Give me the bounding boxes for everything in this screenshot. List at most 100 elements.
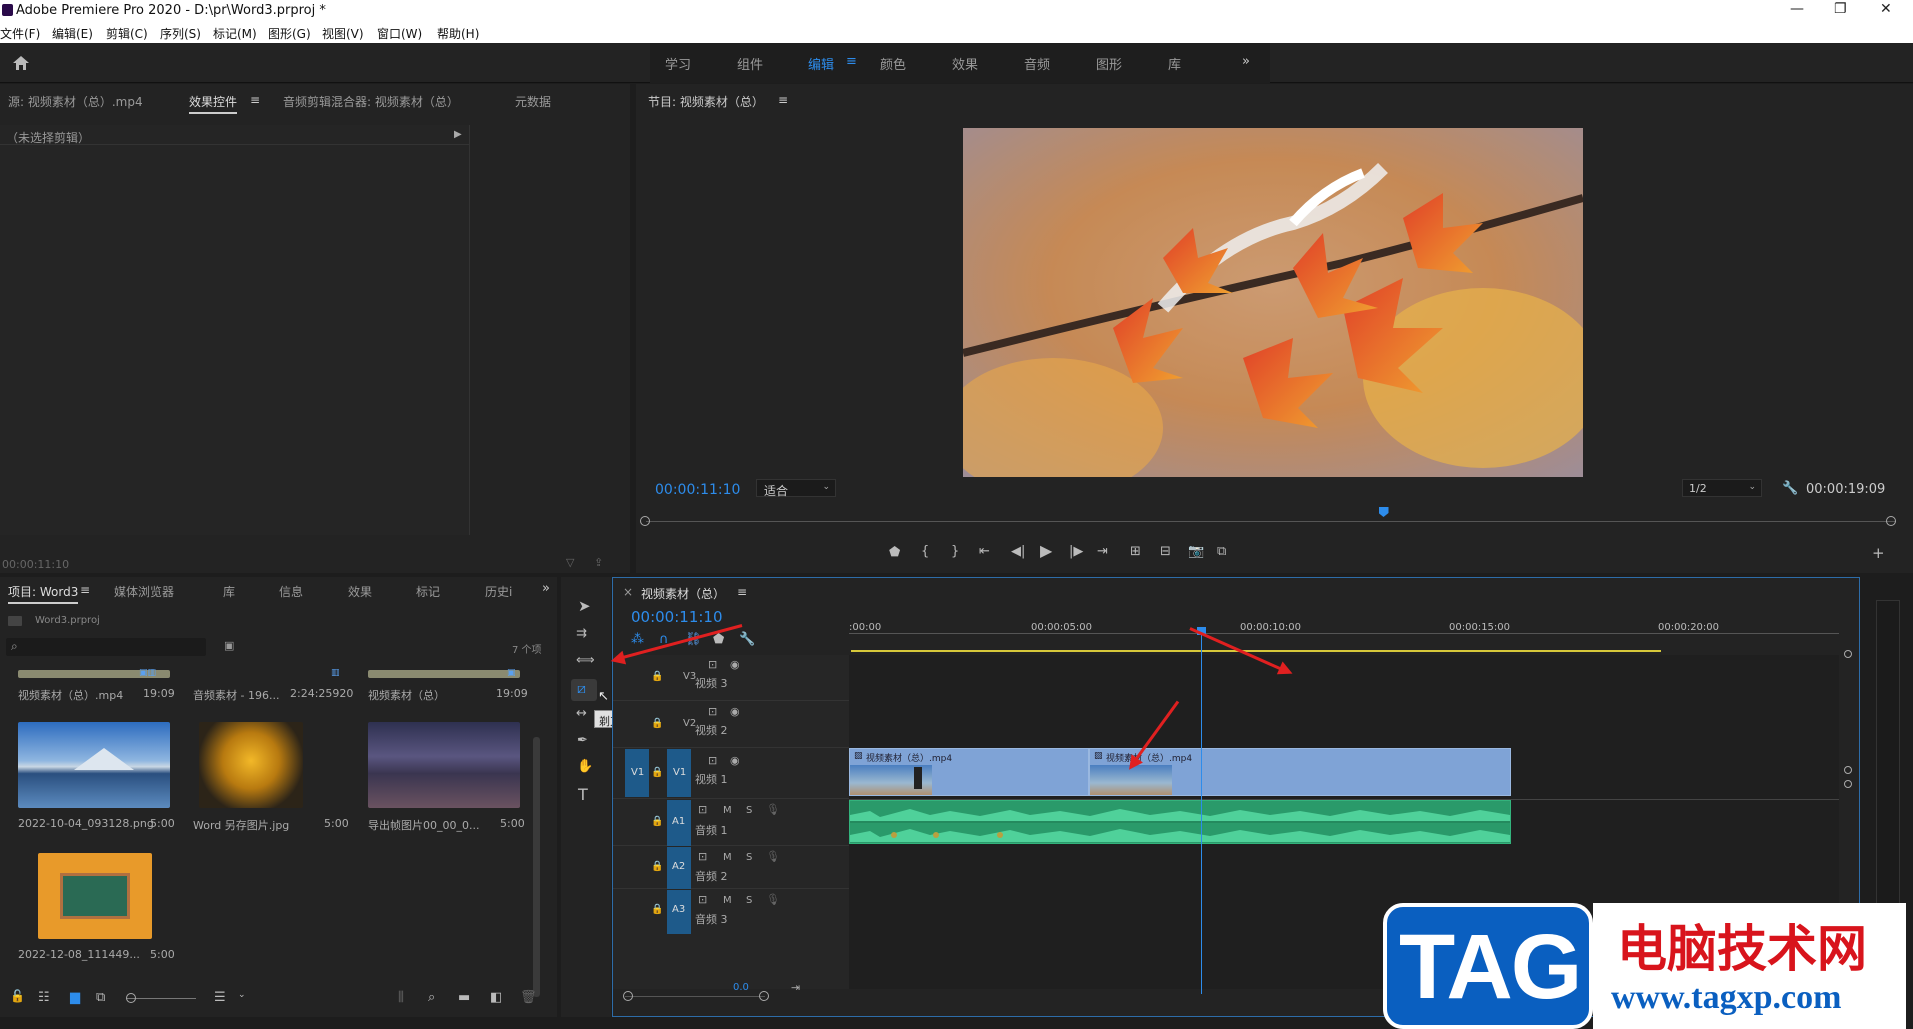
timeline-settings-wrench-icon[interactable]: 🔧 [739,633,755,646]
track-lock-icon[interactable]: 🔒 [651,861,663,872]
microphone-icon[interactable]: 🎙 [766,850,780,863]
mute-button[interactable]: M [723,805,732,816]
play-icon[interactable]: ▶ [1040,543,1052,559]
microphone-icon[interactable]: 🎙 [766,893,780,906]
step-back-icon[interactable]: ◀| [1011,545,1025,558]
microphone-icon[interactable]: 🎙 [766,803,780,816]
timeline-timecode[interactable]: 00:00:11:10 [631,608,723,626]
sync-lock-icon[interactable]: ⊡ [708,705,717,718]
thumbnail-blackboard[interactable] [38,853,152,939]
close-button[interactable]: ✕ [1880,1,1892,17]
freeform-view-icon[interactable]: ⧉ [96,991,105,1004]
panel-menu-icon[interactable]: ≡ [250,93,260,107]
scrubber-end-handle[interactable] [1886,516,1896,526]
hand-tool-icon[interactable]: ✋ [577,760,593,773]
tab-media-browser[interactable]: 媒体浏览器 [114,583,174,600]
workspace-tab-audio[interactable]: 音频 [1024,54,1050,73]
tab-effect-controls[interactable]: 效果控件 [189,93,238,114]
solo-button[interactable]: S [746,852,752,863]
item-name[interactable]: 视频素材（总）.mp4 [18,687,123,703]
chevron-down-icon[interactable]: ⌄ [238,991,246,1000]
fit-dropdown[interactable]: 适合 ⌄ [756,479,836,498]
project-scrollbar[interactable] [533,737,540,997]
maximize-button[interactable]: ❐ [1834,1,1847,17]
go-to-out-icon[interactable]: ⇥ [1097,545,1108,558]
menu-edit[interactable]: 编辑(E) [52,25,93,42]
step-forward-icon[interactable]: |▶ [1069,545,1083,558]
thumbnail-video-seq[interactable] [368,670,520,678]
zoom-slider-handle[interactable] [126,993,136,1003]
program-current-timecode[interactable]: 00:00:11:10 [655,482,740,498]
list-view-icon[interactable]: ☷ [38,991,50,1004]
item-name[interactable]: Word 另存图片.jpg [193,817,289,833]
tab-source[interactable]: 源: 视频素材（总）.mp4 [8,93,143,110]
type-tool-icon[interactable]: T [578,787,588,803]
resolution-dropdown[interactable]: 1/2 ⌄ [1682,479,1762,497]
tab-audio-clip-mixer[interactable]: 音频剪辑混合器: 视频素材（总） [283,93,459,110]
mark-out-icon[interactable]: } [951,545,959,558]
solo-button[interactable]: S [746,805,752,816]
export-icon[interactable]: ⇪ [594,556,603,569]
slip-tool-icon[interactable]: ↔ [576,707,587,720]
video-clip[interactable]: 视频素材（总）.mp4 ▨ [1089,748,1511,796]
workspace-menu-icon[interactable]: ≡ [846,54,857,69]
extract-icon[interactable]: ⊟ [1160,545,1171,558]
scrubber-start-handle[interactable] [640,516,650,526]
workspace-tab-editing[interactable]: 编辑 [808,54,834,73]
workspace-tab-libraries[interactable]: 库 [1168,54,1181,73]
track-select-tool-icon[interactable]: ⇉ [576,627,587,640]
sync-lock-icon[interactable]: ⊡ [698,893,707,906]
lock-icon[interactable]: 🔓 [10,990,25,1002]
expand-arrow-icon[interactable]: ▶ [454,129,462,140]
filter-icon[interactable]: ▽ [566,556,574,569]
audio-clip[interactable] [849,800,1511,844]
new-item-icon[interactable]: ◧ [490,991,502,1004]
scroll-handle-left[interactable] [623,991,633,1001]
tab-markers[interactable]: 标记 [416,583,440,600]
source-patch-v1[interactable]: V1 [625,749,649,797]
new-bin-from-search-icon[interactable]: ▣ [224,639,234,652]
item-name[interactable]: 视频素材（总） [368,687,445,703]
icon-view-icon[interactable]: ▆ [70,991,80,1004]
pen-tool-icon[interactable]: ✒ [577,734,588,747]
video-clip[interactable]: 视频素材（总）.mp4 ▨ [849,748,1089,796]
workspace-tab-learn[interactable]: 学习 [665,54,691,73]
add-marker-icon[interactable]: ⬟ [889,546,900,559]
eye-icon[interactable]: ◉ [730,658,740,671]
automate-icon[interactable]: ⫼ [398,991,404,1004]
add-marker-icon[interactable]: ⬟ [713,633,724,646]
item-name[interactable]: 2022-10-04_093128.png [18,817,154,830]
selection-tool-icon[interactable]: ➤ [578,599,591,614]
program-scrubber[interactable] [646,521,1896,522]
program-menu-icon[interactable]: ≡ [778,93,788,107]
program-playhead[interactable] [1378,507,1389,517]
scroll-handle-right[interactable] [759,991,769,1001]
workspace-tab-graphics[interactable]: 图形 [1096,54,1122,73]
project-search-input[interactable]: ⌕ [6,638,206,656]
workspace-tab-effects[interactable]: 效果 [952,54,978,73]
workspace-tab-color[interactable]: 颜色 [880,54,906,73]
menu-clip[interactable]: 剪辑(C) [106,25,148,42]
tab-metadata[interactable]: 元数据 [515,93,551,110]
sync-lock-icon[interactable]: ⊡ [708,754,717,767]
zoom-handle-audio[interactable] [1844,780,1852,788]
minimize-button[interactable]: — [1790,1,1804,17]
item-name[interactable]: 音频素材 - 196... [193,687,279,703]
solo-button[interactable]: S [746,895,752,906]
tab-effects[interactable]: 效果 [348,583,372,600]
zoom-handle-mid[interactable] [1844,766,1852,774]
track-lock-icon[interactable]: 🔒 [651,718,663,729]
menu-window[interactable]: 窗口(W) [377,25,422,42]
mute-button[interactable]: M [723,895,732,906]
menu-view[interactable]: 视图(V) [322,25,364,42]
item-name[interactable]: 2022-12-08_111449... [18,948,140,961]
thumbnail-mountain[interactable] [18,722,170,808]
track-target-a2[interactable]: A2 [667,847,691,889]
comparison-view-icon[interactable]: ⧉ [1217,545,1226,558]
thumbnail-leaf[interactable] [199,722,303,808]
sync-lock-icon[interactable]: ⊡ [708,658,717,671]
find-icon[interactable]: ⌕ [428,991,435,1004]
track-target-v1[interactable]: V1 [667,749,691,797]
workspace-more-icon[interactable]: » [1242,54,1250,69]
work-area-bar[interactable] [851,650,1661,652]
